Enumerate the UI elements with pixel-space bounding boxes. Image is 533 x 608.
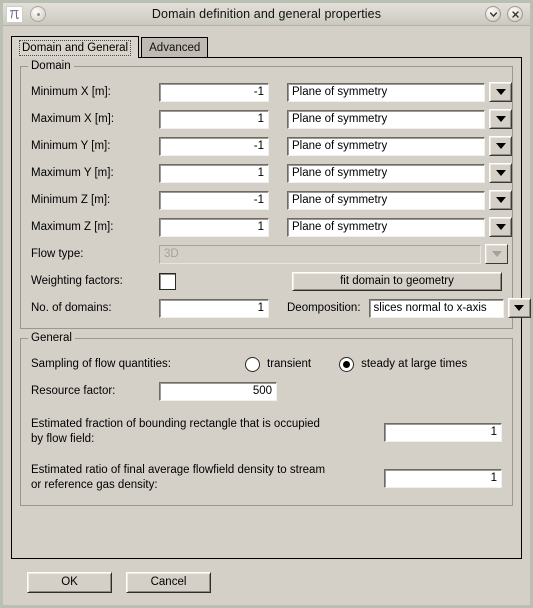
- minimum-y-label: Minimum Y [m]:: [31, 140, 111, 152]
- estimated-fraction-label: Estimated fraction of bounding rectangle…: [31, 417, 371, 447]
- radio-steady-icon[interactable]: [339, 356, 355, 372]
- minimum-y-boundary-value[interactable]: Plane of symmetry: [287, 136, 485, 156]
- close-icon[interactable]: [507, 6, 523, 22]
- chevron-down-icon[interactable]: [507, 298, 531, 318]
- minimum-z-input[interactable]: -1: [159, 190, 269, 210]
- sampling-option-transient[interactable]: transient: [245, 356, 312, 372]
- tab-bar: Domain and General Advanced: [11, 34, 522, 58]
- domain-group: Domain Minimum X [m]: -1 Plane of symmet…: [20, 60, 531, 329]
- tab-domain-and-general[interactable]: Domain and General: [11, 36, 140, 58]
- row-minimum-x: Minimum X [m]: -1 Plane of symmetry: [31, 80, 512, 104]
- weighting-factors-checkbox[interactable]: [159, 272, 176, 290]
- row-minimum-z: Minimum Z [m]: -1 Plane of symmetry: [31, 188, 512, 212]
- chevron-down-icon[interactable]: [489, 82, 512, 102]
- no-of-domains-label: No. of domains:: [31, 302, 112, 314]
- resource-factor-input[interactable]: 500: [159, 381, 277, 401]
- row-maximum-z: Maximum Z [m]: 1 Plane of symmetry: [31, 215, 512, 239]
- decomposition-label: Deomposition:: [287, 302, 361, 314]
- sampling-label: Sampling of flow quantities:: [31, 358, 171, 370]
- chevron-down-icon[interactable]: [485, 6, 501, 22]
- estimated-ratio-label: Estimated ratio of final average flowfie…: [31, 463, 371, 493]
- minimum-x-label: Minimum X [m]:: [31, 86, 111, 98]
- window-menu-icon[interactable]: [30, 6, 46, 22]
- maximum-x-boundary-combo[interactable]: Plane of symmetry: [287, 109, 512, 129]
- sampling-option-steady-label: steady at large times: [361, 358, 468, 370]
- tab-advanced-label: Advanced: [149, 42, 201, 54]
- maximum-z-input[interactable]: 1: [159, 217, 269, 237]
- maximum-y-boundary-combo[interactable]: Plane of symmetry: [287, 163, 512, 183]
- chevron-down-icon[interactable]: [489, 217, 512, 237]
- row-estimated-ratio: Estimated ratio of final average flowfie…: [31, 463, 502, 493]
- fit-domain-to-geometry-button[interactable]: fit domain to geometry: [292, 271, 502, 291]
- dialog-client: Domain and General Advanced Domain Minim…: [3, 26, 531, 605]
- minimum-z-boundary-value[interactable]: Plane of symmetry: [287, 190, 485, 210]
- decomposition-value[interactable]: slices normal to x-axis: [368, 298, 504, 318]
- maximum-x-input[interactable]: 1: [159, 109, 269, 129]
- maximum-z-boundary-combo[interactable]: Plane of symmetry: [287, 217, 512, 237]
- no-of-domains-input[interactable]: 1: [159, 298, 269, 318]
- tab-advanced[interactable]: Advanced: [141, 37, 209, 58]
- estimated-fraction-input[interactable]: 1: [384, 422, 502, 442]
- tab-domain-and-general-label: Domain and General: [19, 39, 132, 56]
- minimum-x-input[interactable]: -1: [159, 82, 269, 102]
- row-sampling: Sampling of flow quantities: transient s…: [31, 352, 502, 376]
- pi-glyph-icon: [6, 5, 23, 23]
- weighting-factors-label: Weighting factors:: [31, 275, 123, 287]
- maximum-z-boundary-value[interactable]: Plane of symmetry: [287, 217, 485, 237]
- row-weighting-factors: Weighting factors: fit domain to geometr…: [31, 269, 502, 293]
- sampling-option-transient-label: transient: [267, 358, 312, 370]
- chevron-down-icon[interactable]: [489, 190, 512, 210]
- minimum-y-boundary-combo[interactable]: Plane of symmetry: [287, 136, 512, 156]
- estimated-ratio-label-line2: or reference gas density:: [31, 479, 158, 491]
- maximum-y-boundary-value[interactable]: Plane of symmetry: [287, 163, 485, 183]
- maximum-x-boundary-value[interactable]: Plane of symmetry: [287, 109, 485, 129]
- dialog-footer: OK Cancel: [11, 559, 522, 605]
- general-group: General Sampling of flow quantities: tra…: [20, 332, 513, 506]
- estimated-fraction-label-line2: by flow field:: [31, 433, 95, 445]
- resource-factor-label: Resource factor:: [31, 385, 116, 397]
- row-minimum-y: Minimum Y [m]: -1 Plane of symmetry: [31, 134, 512, 158]
- estimated-ratio-label-line1: Estimated ratio of final average flowfie…: [31, 464, 326, 476]
- maximum-y-input[interactable]: 1: [159, 163, 269, 183]
- window-controls: [485, 6, 530, 22]
- radio-transient-icon[interactable]: [245, 356, 260, 372]
- estimated-fraction-label-line1: Estimated fraction of bounding rectangle…: [31, 418, 320, 430]
- maximum-y-label: Maximum Y [m]:: [31, 167, 114, 179]
- dialog-window: Domain definition and general properties…: [0, 0, 533, 608]
- row-flow-type: Flow type: 3D: [31, 242, 508, 266]
- flow-type-combo: 3D: [159, 244, 508, 264]
- row-maximum-x: Maximum X [m]: 1 Plane of symmetry: [31, 107, 512, 131]
- ok-button[interactable]: OK: [27, 571, 112, 593]
- minimum-y-input[interactable]: -1: [159, 136, 269, 156]
- row-no-of-domains: No. of domains: 1 Deomposition: slices n…: [31, 296, 531, 320]
- sampling-option-steady[interactable]: steady at large times: [339, 356, 468, 372]
- minimum-z-label: Minimum Z [m]:: [31, 194, 111, 206]
- minimum-x-boundary-value[interactable]: Plane of symmetry: [287, 82, 485, 102]
- chevron-down-icon[interactable]: [489, 163, 512, 183]
- maximum-x-label: Maximum X [m]:: [31, 113, 115, 125]
- window-title: Domain definition and general properties: [151, 7, 382, 21]
- row-maximum-y: Maximum Y [m]: 1 Plane of symmetry: [31, 161, 512, 185]
- tab-panel-domain-and-general: Domain Minimum X [m]: -1 Plane of symmet…: [11, 57, 531, 559]
- maximum-z-label: Maximum Z [m]:: [31, 221, 114, 233]
- cancel-button[interactable]: Cancel: [126, 571, 211, 593]
- flow-type-label: Flow type:: [31, 248, 84, 260]
- minimum-x-boundary-combo[interactable]: Plane of symmetry: [287, 82, 512, 102]
- chevron-down-icon[interactable]: [489, 136, 512, 156]
- title-bar: Domain definition and general properties: [3, 3, 530, 26]
- general-group-legend: General: [28, 332, 75, 344]
- row-estimated-fraction: Estimated fraction of bounding rectangle…: [31, 417, 502, 447]
- estimated-ratio-input[interactable]: 1: [384, 468, 502, 488]
- row-resource-factor: Resource factor: 500: [31, 379, 502, 403]
- minimum-z-boundary-combo[interactable]: Plane of symmetry: [287, 190, 512, 210]
- flow-type-value: 3D: [159, 244, 481, 264]
- chevron-down-icon: [485, 244, 508, 264]
- domain-group-legend: Domain: [28, 60, 74, 72]
- decomposition-combo[interactable]: slices normal to x-axis: [368, 298, 531, 318]
- chevron-down-icon[interactable]: [489, 109, 512, 129]
